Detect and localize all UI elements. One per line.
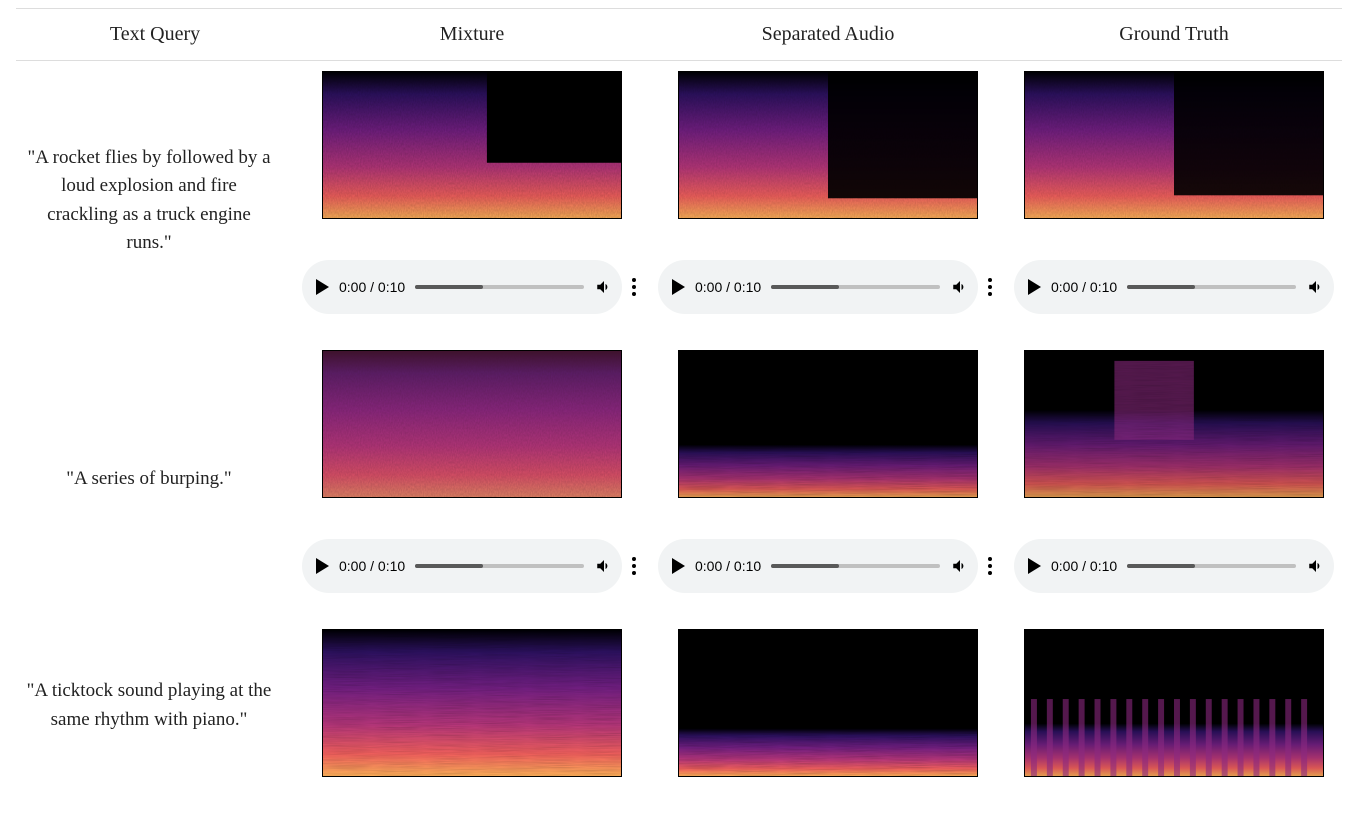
- header-mixture: Mixture: [294, 9, 650, 61]
- spectrogram-mixture: [322, 350, 622, 498]
- time-display: 0:00 / 0:10: [1051, 558, 1117, 574]
- spectrogram-separated: [678, 629, 978, 777]
- play-icon[interactable]: [672, 279, 685, 295]
- audio-player[interactable]: 0:00 / 0:10: [302, 260, 622, 314]
- query-cell: "A rocket flies by followed by a loud ex…: [16, 61, 294, 341]
- seek-track[interactable]: [415, 285, 584, 289]
- spectrogram-ground-truth: [1024, 629, 1324, 777]
- query-cell: "A series of burping.": [16, 340, 294, 619]
- more-icon[interactable]: [982, 557, 998, 575]
- play-icon[interactable]: [316, 558, 329, 574]
- play-icon[interactable]: [672, 558, 685, 574]
- more-icon[interactable]: [982, 278, 998, 296]
- spectrogram-mixture: [322, 629, 622, 777]
- audio-player[interactable]: 0:00 / 0:10: [658, 539, 978, 593]
- seek-track[interactable]: [771, 564, 940, 568]
- table-row: "A rocket flies by followed by a loud ex…: [16, 61, 1342, 235]
- seek-track[interactable]: [415, 564, 584, 568]
- time-display: 0:00 / 0:10: [695, 558, 761, 574]
- header-query: Text Query: [16, 9, 294, 61]
- spectrogram-ground-truth: [1024, 71, 1324, 219]
- spectrogram-mixture: [322, 71, 622, 219]
- volume-icon[interactable]: [1306, 277, 1326, 297]
- seek-track[interactable]: [771, 285, 940, 289]
- header-ground-truth: Ground Truth: [1006, 9, 1342, 61]
- time-display: 0:00 / 0:10: [339, 558, 405, 574]
- seek-track[interactable]: [1127, 564, 1296, 568]
- audio-player[interactable]: 0:00 / 0:10: [658, 260, 978, 314]
- comparison-table: Text Query Mixture Separated Audio Groun…: [16, 8, 1342, 792]
- query-cell: "A ticktock sound playing at the same rh…: [16, 619, 294, 792]
- header-separated: Separated Audio: [650, 9, 1006, 61]
- more-icon[interactable]: [626, 557, 642, 575]
- seek-track[interactable]: [1127, 285, 1296, 289]
- spectrogram-separated: [678, 350, 978, 498]
- spectrogram-ground-truth: [1024, 350, 1324, 498]
- spectrogram-separated: [678, 71, 978, 219]
- volume-icon[interactable]: [1306, 556, 1326, 576]
- play-icon[interactable]: [1028, 558, 1041, 574]
- more-icon[interactable]: [626, 278, 642, 296]
- audio-player[interactable]: 0:00 / 0:10: [1014, 539, 1334, 593]
- volume-icon[interactable]: [594, 277, 614, 297]
- play-icon[interactable]: [1028, 279, 1041, 295]
- time-display: 0:00 / 0:10: [695, 279, 761, 295]
- audio-player[interactable]: 0:00 / 0:10: [1014, 260, 1334, 314]
- play-icon[interactable]: [316, 279, 329, 295]
- time-display: 0:00 / 0:10: [1051, 279, 1117, 295]
- time-display: 0:00 / 0:10: [339, 279, 405, 295]
- volume-icon[interactable]: [950, 556, 970, 576]
- volume-icon[interactable]: [594, 556, 614, 576]
- table-row: "A series of burping.": [16, 340, 1342, 513]
- audio-player[interactable]: 0:00 / 0:10: [302, 539, 622, 593]
- table-row: "A ticktock sound playing at the same rh…: [16, 619, 1342, 792]
- header-row: Text Query Mixture Separated Audio Groun…: [16, 9, 1342, 61]
- volume-icon[interactable]: [950, 277, 970, 297]
